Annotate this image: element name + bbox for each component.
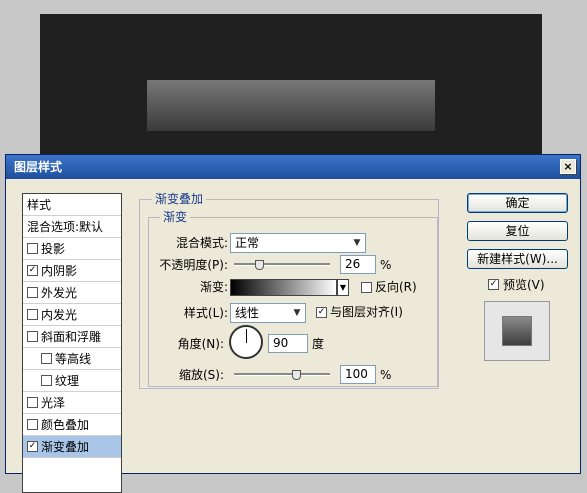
angle-dial-needle [246, 329, 247, 343]
gradient-label: 渐变: [199, 280, 228, 294]
chevron-down-icon: ▼ [293, 308, 301, 318]
angle-unit: 度 [312, 337, 325, 351]
style-item-checkbox[interactable]: ✓ [27, 441, 38, 452]
scale-slider-thumb[interactable] [292, 370, 302, 380]
reverse-checkbox[interactable] [361, 282, 372, 293]
style-preview-box [484, 301, 550, 361]
layer-style-dialog: 图层样式 × 样式 混合选项:默认 投影 ✓ 内阴影 外发光 内发光 斜面和浮雕 等高线 纹理… [5, 154, 581, 493]
style-item-checkbox[interactable] [27, 243, 38, 254]
align-with-layer-label: 与图层对齐(I) [330, 305, 403, 319]
preview-checkbox[interactable]: ✓ [488, 279, 499, 290]
reset-button[interactable]: 复位 [467, 221, 568, 241]
scale-label: 缩放(S): [178, 368, 224, 382]
style-item-checkbox[interactable] [27, 331, 38, 342]
style-item-checkbox[interactable] [27, 309, 38, 320]
style-item-checkbox[interactable]: ✓ [27, 265, 38, 276]
style-item-label: 光泽 [41, 396, 66, 410]
angle-label: 角度(N): [177, 337, 224, 351]
style-item-label: 纹理 [55, 374, 80, 388]
styles-list-header[interactable]: 样式 [23, 194, 121, 216]
dialog-titlebar: 图层样式 × [6, 155, 580, 179]
style-item-checkbox[interactable] [27, 287, 38, 298]
style-item-label: 斜面和浮雕 [41, 330, 102, 344]
style-item-label: 内发光 [41, 308, 78, 322]
gradient-picker[interactable] [230, 279, 337, 296]
style-item-label: 渐变叠加 [41, 440, 90, 454]
style-item-label: 内阴影 [41, 264, 78, 278]
style-label: 样式(L): [183, 306, 228, 320]
style-item[interactable]: 外发光 [23, 282, 121, 304]
angle-dial[interactable] [229, 325, 263, 359]
scale-unit: % [380, 368, 392, 382]
opacity-label: 不透明度(P): [159, 258, 228, 272]
blend-mode-label: 混合模式: [175, 236, 228, 250]
style-item-label: 外发光 [41, 286, 78, 300]
style-select[interactable]: 线性 ▼ [230, 303, 306, 323]
style-item-checkbox[interactable] [41, 353, 52, 364]
style-item-label: 投影 [41, 242, 66, 256]
blend-mode-value: 正常 [235, 236, 260, 250]
styles-list: 样式 混合选项:默认 投影 ✓ 内阴影 外发光 内发光 斜面和浮雕 等高线 纹理 光泽 颜色叠加 ✓… [22, 193, 122, 493]
style-item-checkbox[interactable] [41, 375, 52, 386]
gradient-layer-preview [147, 80, 435, 131]
scale-input[interactable]: 100 [340, 365, 376, 384]
new-style-button[interactable]: 新建样式(W)... [467, 249, 568, 269]
angle-input[interactable]: 90 [268, 334, 308, 353]
style-value: 线性 [235, 306, 260, 320]
style-item[interactable]: 内发光 [23, 304, 121, 326]
close-icon[interactable]: × [560, 159, 576, 174]
style-item[interactable]: 等高线 [23, 348, 121, 370]
ok-button[interactable]: 确定 [467, 193, 568, 213]
reverse-label: 反向(R) [375, 280, 417, 294]
document-canvas [40, 14, 542, 164]
style-item[interactable]: 斜面和浮雕 [23, 326, 121, 348]
style-item[interactable]: ✓ 内阴影 [23, 260, 121, 282]
style-item[interactable]: ✓ 渐变叠加 [23, 436, 121, 458]
blend-mode-select[interactable]: 正常 ▼ [230, 233, 366, 253]
gradient-overlay-title: 渐变叠加 [152, 192, 207, 206]
chevron-down-icon[interactable]: ▼ [337, 279, 349, 296]
style-item[interactable]: 投影 [23, 238, 121, 260]
style-item[interactable]: 光泽 [23, 392, 121, 414]
opacity-unit: % [380, 258, 392, 272]
style-item-label: 颜色叠加 [41, 418, 90, 432]
blend-options-item[interactable]: 混合选项:默认 [23, 216, 121, 238]
style-item[interactable]: 纹理 [23, 370, 121, 392]
dialog-title: 图层样式 [14, 160, 63, 174]
scale-slider-track[interactable] [234, 373, 330, 376]
opacity-slider-track[interactable] [234, 263, 330, 266]
align-with-layer-checkbox[interactable]: ✓ [316, 307, 327, 318]
preview-label: 预览(V) [503, 278, 545, 292]
opacity-input[interactable]: 26 [340, 255, 376, 274]
style-item-checkbox[interactable] [27, 419, 38, 430]
chevron-down-icon: ▼ [353, 238, 361, 248]
opacity-slider-thumb[interactable] [254, 260, 264, 270]
style-item-checkbox[interactable] [27, 397, 38, 408]
style-item[interactable]: 颜色叠加 [23, 414, 121, 436]
gradient-subgroup-title: 渐变 [160, 210, 191, 224]
style-item-label: 等高线 [55, 352, 92, 366]
style-preview-swatch [502, 316, 532, 346]
